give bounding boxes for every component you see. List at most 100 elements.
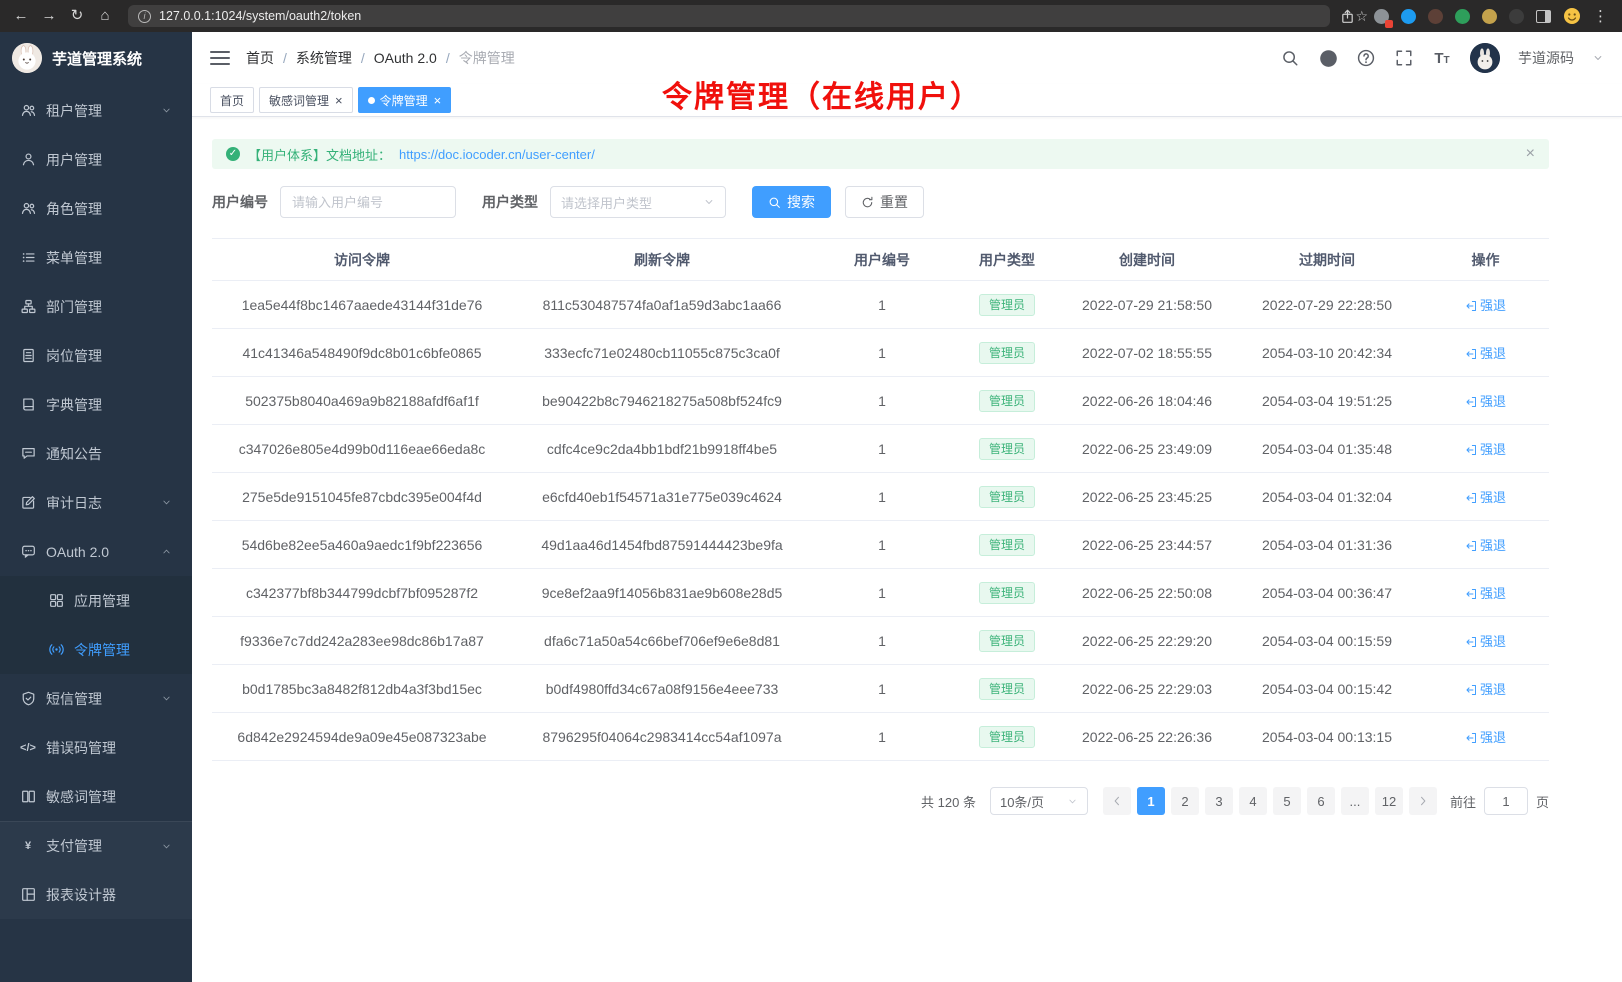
sidebar-item-tenant[interactable]: 租户管理 (0, 86, 192, 135)
page-size-select[interactable]: 10条/页 (990, 787, 1088, 815)
force-logout-button[interactable]: 强退 (1465, 295, 1506, 314)
force-logout-button[interactable]: 强退 (1465, 631, 1506, 650)
sidebar-item-label: 短信管理 (46, 689, 151, 709)
search-button[interactable]: 搜索 (752, 186, 831, 218)
page-button-6[interactable]: 6 (1307, 787, 1335, 815)
tab-close-icon[interactable]: × (335, 94, 343, 107)
page-button-4[interactable]: 4 (1239, 787, 1267, 815)
sidebar-item-oauth2[interactable]: OAuth 2.0 (0, 527, 192, 576)
browser-home-button[interactable]: ⌂ (92, 3, 118, 29)
font-size-icon[interactable]: TT (1432, 48, 1452, 68)
force-logout-button[interactable]: 强退 (1465, 439, 1506, 458)
browser-forward-button[interactable]: → (36, 3, 62, 29)
help-icon[interactable] (1356, 48, 1376, 68)
sidebar-item-sensitive-word[interactable]: 敏感词管理 (0, 772, 192, 821)
sidebar-item-oauth2-token[interactable]: 令牌管理 (0, 625, 192, 674)
force-logout-button[interactable]: 强退 (1465, 727, 1506, 746)
page-button-2[interactable]: 2 (1171, 787, 1199, 815)
force-logout-button[interactable]: 强退 (1465, 535, 1506, 554)
ext-dark-icon[interactable] (1509, 9, 1524, 24)
menu-fold-icon[interactable] (210, 51, 230, 65)
browser-address-bar[interactable]: i 127.0.0.1:1024/system/oauth2/token (128, 5, 1330, 27)
more-pages-button[interactable]: ... (1341, 787, 1369, 815)
sidebar-item-menu[interactable]: 菜单管理 (0, 233, 192, 282)
page-button-1[interactable]: 1 (1137, 787, 1165, 815)
sidebar-item-dict[interactable]: 字典管理 (0, 380, 192, 429)
user-menu-caret-icon[interactable] (1592, 52, 1604, 64)
page-button-5[interactable]: 5 (1273, 787, 1301, 815)
expire-time-cell: 2054-03-04 00:15:59 (1232, 617, 1422, 665)
browser-reload-button[interactable]: ↻ (64, 3, 90, 29)
breadcrumb-item[interactable]: 首页 (246, 48, 274, 68)
ext-green-icon[interactable] (1455, 9, 1470, 24)
badge-icon (20, 348, 36, 363)
user-type-label: 用户类型 (482, 192, 538, 212)
sidebar-item-role[interactable]: 角色管理 (0, 184, 192, 233)
tab-close-icon[interactable]: × (434, 94, 442, 107)
user-type-select[interactable]: 请选择用户类型 (550, 186, 726, 218)
sidebar-item-sms[interactable]: 短信管理 (0, 674, 192, 723)
force-logout-button[interactable]: 强退 (1465, 679, 1506, 698)
column-header: 用户编号 (812, 239, 952, 281)
sidebar-item-error-code[interactable]: </>错误码管理 (0, 723, 192, 772)
profile-icon[interactable] (1563, 7, 1581, 25)
sidebar-item-oauth2-app[interactable]: 应用管理 (0, 576, 192, 625)
page-size-label: 10条/页 (1000, 792, 1044, 811)
user-avatar[interactable] (1470, 43, 1500, 73)
created-time-cell: 2022-06-25 22:29:20 (1062, 617, 1232, 665)
user-type-tag: 管理员 (979, 726, 1035, 748)
extensions-badged-icon[interactable] (1374, 9, 1389, 24)
search-icon[interactable] (1280, 48, 1300, 68)
sidebar-item-user[interactable]: 用户管理 (0, 135, 192, 184)
force-logout-button[interactable]: 强退 (1465, 391, 1506, 410)
browser-back-button[interactable]: ← (8, 3, 34, 29)
bookmark-star-icon[interactable]: ☆ (1355, 8, 1368, 25)
sidebar-item-dept[interactable]: 部门管理 (0, 282, 192, 331)
user-id-input[interactable] (280, 186, 456, 218)
alert-close-icon[interactable]: × (1526, 146, 1535, 162)
sidebar-item-post[interactable]: 岗位管理 (0, 331, 192, 380)
more-menu-icon[interactable]: ⋮ (1593, 7, 1608, 25)
expire-time-cell: 2054-03-04 19:51:25 (1232, 377, 1422, 425)
refresh-token-cell: 811c530487574fa0af1a59d3abc1aa66 (512, 281, 812, 329)
page-button-12[interactable]: 12 (1375, 787, 1403, 815)
book-icon (20, 397, 36, 412)
ext-puzzle-icon[interactable] (1482, 9, 1497, 24)
sidebar-item-label: 租户管理 (46, 101, 151, 121)
app-logo[interactable]: 芋道管理系统 (0, 32, 192, 84)
force-logout-label: 强退 (1480, 439, 1506, 458)
table-header-row: 访问令牌刷新令牌用户编号用户类型创建时间过期时间操作 (212, 239, 1549, 281)
alert-doc-link[interactable]: https://doc.iocoder.cn/user-center/ (399, 147, 595, 162)
force-logout-button[interactable]: 强退 (1465, 583, 1506, 602)
sidebar-item-audit-log[interactable]: 审计日志 (0, 478, 192, 527)
fullscreen-icon[interactable] (1394, 48, 1414, 68)
tab-home[interactable]: 首页 (210, 87, 254, 113)
sidebar-item-report-designer[interactable]: 报表设计器 (0, 870, 192, 919)
force-logout-button[interactable]: 强退 (1465, 343, 1506, 362)
logo-avatar (12, 43, 42, 73)
breadcrumb-item[interactable]: 系统管理 (296, 48, 352, 68)
ext-brown-icon[interactable] (1428, 9, 1443, 24)
prev-page-button[interactable] (1103, 787, 1131, 815)
tab-token[interactable]: 令牌管理× (358, 87, 452, 113)
ext-blue-icon[interactable] (1401, 9, 1416, 24)
user-name[interactable]: 芋道源码 (1518, 48, 1574, 68)
share-icon[interactable] (1340, 9, 1355, 24)
sidebar-item-label: 敏感词管理 (46, 787, 172, 807)
expire-time-cell: 2054-03-04 01:35:48 (1232, 425, 1422, 473)
sidebar-item-notice[interactable]: 通知公告 (0, 429, 192, 478)
page-button-3[interactable]: 3 (1205, 787, 1233, 815)
site-info-icon[interactable]: i (138, 10, 151, 23)
sidebar-item-pay[interactable]: ¥支付管理 (0, 821, 192, 870)
tab-sensitive-word[interactable]: 敏感词管理× (259, 87, 353, 113)
split-view-icon[interactable] (1536, 10, 1551, 23)
breadcrumb-item[interactable]: OAuth 2.0 (374, 50, 437, 66)
github-icon[interactable] (1318, 48, 1338, 68)
sidebar-item-label: 岗位管理 (46, 346, 172, 366)
action-cell: 强退 (1422, 713, 1549, 761)
goto-page-input[interactable] (1484, 787, 1528, 815)
reset-button[interactable]: 重置 (845, 186, 924, 218)
table-row: c342377bf8b344799dcbf7bf095287f29ce8ef2a… (212, 569, 1549, 617)
force-logout-button[interactable]: 强退 (1465, 487, 1506, 506)
next-page-button[interactable] (1409, 787, 1437, 815)
